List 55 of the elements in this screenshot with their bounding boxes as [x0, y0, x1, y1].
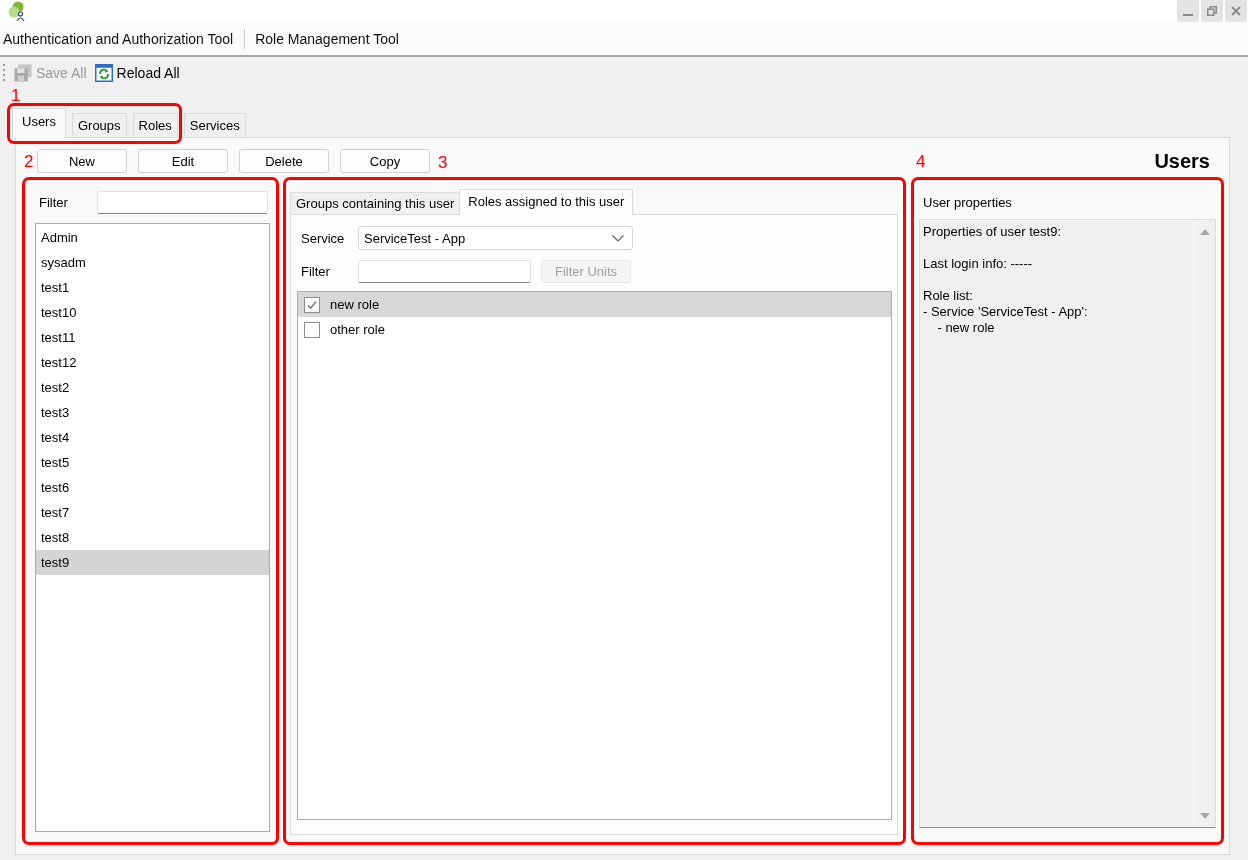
action-button[interactable]: Delete	[239, 149, 329, 173]
filter-field[interactable]	[358, 260, 531, 283]
user-list-item[interactable]: Admin	[36, 225, 269, 250]
action-button[interactable]: New	[37, 149, 127, 173]
service-dropdown[interactable]: ServiceTest - App	[358, 226, 633, 250]
scroll-down-icon[interactable]	[1199, 813, 1210, 819]
user-list-item[interactable]: sysadm	[36, 250, 269, 275]
scroll-up-icon[interactable]	[1199, 229, 1210, 235]
minimize-button[interactable]	[1177, 0, 1199, 22]
tab[interactable]: Users	[12, 108, 66, 138]
action-button[interactable]: Edit	[138, 149, 228, 173]
user-list-item[interactable]: test4	[36, 425, 269, 450]
user-list-item[interactable]: test9	[36, 550, 269, 575]
user-list-item[interactable]: test10	[36, 300, 269, 325]
annotation-number: 2	[24, 152, 34, 171]
close-button[interactable]	[1225, 0, 1247, 22]
minimize-icon	[1183, 14, 1193, 16]
page-heading: Users	[1154, 149, 1210, 173]
user-list-item[interactable]: test1	[36, 275, 269, 300]
role-list-item[interactable]: new role	[298, 292, 891, 317]
checkbox[interactable]	[304, 321, 320, 338]
restore-icon	[1207, 6, 1217, 16]
annotation-number: 3	[438, 153, 448, 172]
tab[interactable]: Groups	[71, 113, 127, 137]
tab[interactable]: Groups containing this user	[290, 192, 461, 214]
role-list-item[interactable]: other role	[298, 317, 891, 342]
user-list-item[interactable]: test2	[36, 375, 269, 400]
properties-label: User properties	[923, 195, 1012, 211]
user-list-item[interactable]: test12	[36, 350, 269, 375]
user-list-item[interactable]: test8	[36, 525, 269, 550]
tab[interactable]: Roles assigned to this user	[459, 189, 634, 215]
user-list-item[interactable]: test6	[36, 475, 269, 500]
checkbox[interactable]	[304, 296, 320, 313]
toolbar-button[interactable]: Reload All	[91, 63, 183, 82]
tab[interactable]: Services	[183, 113, 246, 137]
tab[interactable]: Roles	[132, 113, 178, 137]
restore-button[interactable]	[1201, 0, 1223, 22]
menu-item[interactable]: Role Management Tool	[255, 30, 399, 47]
menu-item[interactable]: Authentication and Authorization Tool	[3, 30, 234, 47]
properties-text: Properties of user test9: Last login info: ----- Role list: - Service 'ServiceTest - App': - new role	[923, 224, 1089, 336]
service-label: Service	[301, 230, 345, 246]
user-list-item[interactable]: test7	[36, 500, 269, 525]
floppy-disk-icon	[14, 63, 32, 82]
annotation-number: 1	[11, 86, 21, 105]
filter-label: Filter	[39, 195, 68, 210]
filter-label: Filter	[301, 264, 330, 279]
chevron-down-icon	[612, 234, 624, 242]
close-icon	[1231, 6, 1241, 16]
user-list-item[interactable]: test3	[36, 400, 269, 425]
annotation-number: 4	[916, 152, 926, 171]
refresh-icon	[94, 63, 113, 82]
action-button[interactable]: Copy	[340, 149, 430, 173]
user-list-item[interactable]: test11	[36, 325, 269, 350]
user-list-item[interactable]: test5	[36, 450, 269, 475]
filter-field[interactable]	[97, 191, 268, 214]
